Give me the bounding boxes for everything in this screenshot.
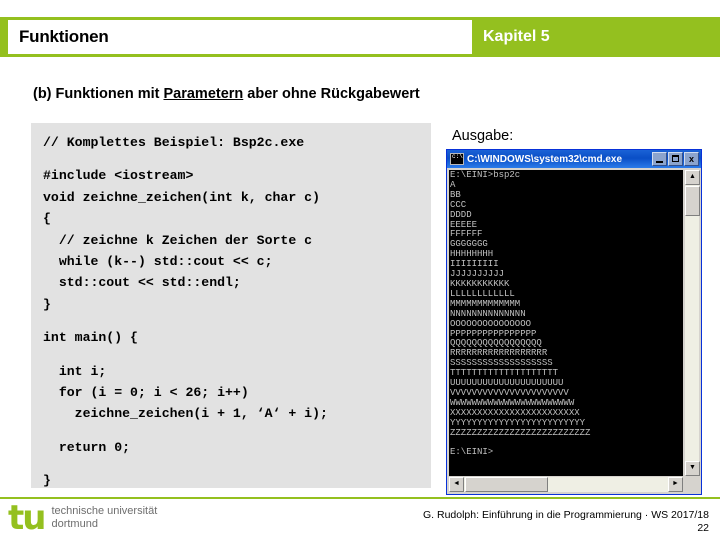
scroll-up-icon[interactable]: ▲ xyxy=(685,170,700,185)
console-line: OOOOOOOOOOOOOOO xyxy=(450,318,532,329)
code-line: int main() { xyxy=(43,330,138,346)
console-line: E:\EINI>bsp2c xyxy=(450,170,521,180)
horizontal-scrollbar[interactable]: ◄ ► xyxy=(449,477,683,492)
code-line: std::cout << std::endl; xyxy=(43,275,241,291)
console-line: EEEEE xyxy=(450,219,478,230)
console-line: E:\EINI> xyxy=(450,447,494,458)
code-line: { xyxy=(43,211,51,227)
code-line: void zeichne_zeichen(int k, char c) xyxy=(43,189,320,205)
console-line: BB xyxy=(450,189,461,200)
code-line: // Komplettes Beispiel: Bsp2c.exe xyxy=(43,135,305,150)
scroll-left-icon[interactable]: ◄ xyxy=(449,477,464,492)
page-number: 22 xyxy=(697,522,709,534)
tu-dortmund-logo: tu technische universität dortmund xyxy=(8,498,157,538)
code-line: int i; xyxy=(43,363,107,379)
output-label: Ausgabe: xyxy=(452,128,514,144)
slide-header: Funktionen Kapitel 5 xyxy=(0,17,720,57)
logo-line-1: technische universität xyxy=(51,505,158,517)
section-subtitle: (b) Funktionen mit Parametern aber ohne … xyxy=(33,86,420,102)
code-line: } xyxy=(43,473,51,489)
scroll-right-icon[interactable]: ► xyxy=(668,477,683,492)
code-line: } xyxy=(43,296,51,312)
console-line: A xyxy=(450,179,456,190)
scroll-down-icon[interactable]: ▼ xyxy=(685,461,700,476)
console-window: C:\WINDOWS\system32\cmd.exe x E:\EINI>bs… xyxy=(446,149,702,495)
code-line: #include <iostream> xyxy=(43,168,194,184)
header-title-box: Funktionen xyxy=(8,20,472,54)
chapter-label: Kapitel 5 xyxy=(483,28,550,45)
code-line: for (i = 0; i < 26; i++) xyxy=(43,384,249,400)
slide-root: Funktionen Kapitel 5 (b) Funktionen mit … xyxy=(0,0,720,540)
vertical-scrollbar-thumb[interactable] xyxy=(685,186,700,216)
console-icon xyxy=(450,153,464,165)
console-body: E:\EINI>bsp2c A BB CCC DDDD EEEEE FFFFFF GGGGGG… xyxy=(447,168,701,494)
maximize-button[interactable] xyxy=(668,152,683,166)
subtitle-suffix: aber ohne Rückgabewert xyxy=(243,86,420,102)
console-line: CCC xyxy=(450,199,467,210)
footer-credit: G. Rudolph: Einführung in die Programmie… xyxy=(423,509,709,521)
console-title: C:\WINDOWS\system32\cmd.exe xyxy=(467,153,623,165)
logo-mark: tu xyxy=(8,498,46,538)
resize-grip[interactable] xyxy=(684,477,699,492)
page-title: Funktionen xyxy=(19,27,109,46)
logo-wordmark: technische universität dortmund xyxy=(51,505,157,531)
close-button[interactable]: x xyxy=(684,152,699,166)
console-line: DDDD xyxy=(450,209,472,220)
code-line: while (k--) std::cout << c; xyxy=(43,253,273,269)
vertical-scrollbar[interactable]: ▲ ▼ xyxy=(684,170,700,476)
code-line: zeichne_zeichen(i + 1, ‘A‘ + i); xyxy=(43,406,328,422)
code-listing: // Komplettes Beispiel: Bsp2c.exe #inclu… xyxy=(31,123,431,488)
subtitle-underlined: Parametern xyxy=(163,86,244,102)
subtitle-prefix: (b) Funktionen mit xyxy=(33,86,164,102)
console-output-text: E:\EINI>bsp2c A BB CCC DDDD EEEEE FFFFFF GGGGGG… xyxy=(449,170,683,476)
footer-divider xyxy=(0,497,720,499)
minimize-button[interactable] xyxy=(652,152,667,166)
code-line: // zeichne k Zeichen der Sorte c xyxy=(43,232,313,248)
code-line: return 0; xyxy=(43,439,131,455)
logo-line-2: dortmund xyxy=(51,518,98,530)
horizontal-scrollbar-thumb[interactable] xyxy=(465,477,548,492)
console-titlebar[interactable]: C:\WINDOWS\system32\cmd.exe x xyxy=(447,150,701,168)
console-line: ZZZZZZZZZZZZZZZZZZZZZZZZZZ xyxy=(450,427,591,438)
